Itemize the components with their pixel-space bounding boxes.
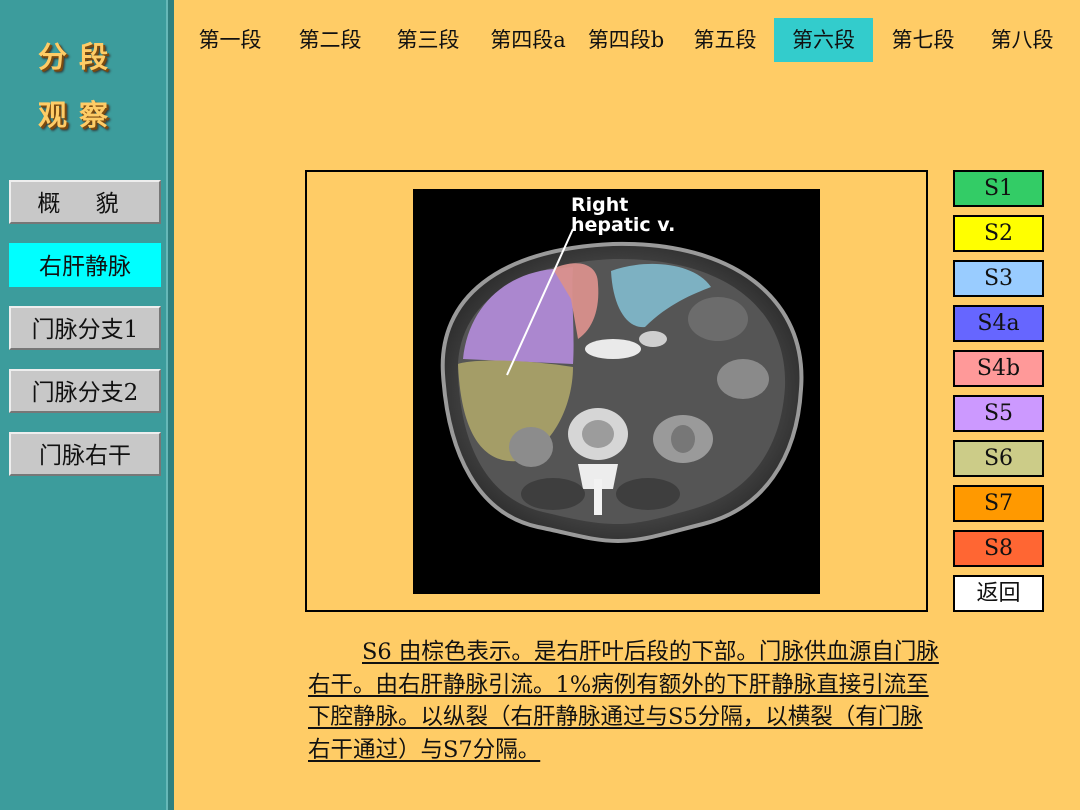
sidebar-item-label: 概 貌 xyxy=(37,191,133,217)
segment-button-s7[interactable]: S7 xyxy=(953,485,1044,522)
segment-button-s1[interactable]: S1 xyxy=(953,170,1044,207)
segment-button-s4a[interactable]: S4a xyxy=(953,305,1044,342)
sidebar-item-right-portal-trunk[interactable]: 门脉右干 xyxy=(9,432,161,476)
segment-button-s4b[interactable]: S4b xyxy=(953,350,1044,387)
sidebar-item-portal-branch-1[interactable]: 门脉分支1 xyxy=(9,306,161,350)
sidebar-item-label: 门脉右干 xyxy=(39,443,131,469)
back-button[interactable]: 返回 xyxy=(953,575,1044,612)
app-title-line2: 观察 xyxy=(38,98,121,132)
sidebar-item-right-hepatic-vein[interactable]: 右肝静脉 xyxy=(9,243,161,287)
tab-segment-6[interactable]: 第六段 xyxy=(774,18,873,62)
segment-description: S6 由棕色表示。是右肝叶后段的下部。门脉供血源自门脉右干。由右肝静脉引流。1%… xyxy=(308,639,939,763)
app-title: 分段 观察 xyxy=(38,28,158,144)
segment-button-s6[interactable]: S6 xyxy=(953,440,1044,477)
ct-scan-illustration xyxy=(413,189,820,594)
tab-segment-1[interactable]: 第一段 xyxy=(186,18,274,62)
sidebar-item-portal-branch-2[interactable]: 门脉分支2 xyxy=(9,369,161,413)
sidebar-item-label: 门脉分支2 xyxy=(31,380,139,406)
tab-segment-2[interactable]: 第二段 xyxy=(286,18,374,62)
tab-segment-3[interactable]: 第三段 xyxy=(384,18,472,62)
segment-button-s8[interactable]: S8 xyxy=(953,530,1044,567)
segment-button-s5[interactable]: S5 xyxy=(953,395,1044,432)
segment-button-s2[interactable]: S2 xyxy=(953,215,1044,252)
tab-segment-7[interactable]: 第七段 xyxy=(879,18,967,62)
app-title-line1: 分段 xyxy=(38,40,121,74)
ct-label-line1: Right xyxy=(571,194,629,216)
tab-segment-5[interactable]: 第五段 xyxy=(681,18,769,62)
segment-button-s3[interactable]: S3 xyxy=(953,260,1044,297)
ct-scan-image: Right hepatic v. xyxy=(413,189,820,594)
ct-label-right-hepatic-vein: Right hepatic v. xyxy=(571,195,675,235)
ct-label-line2: hepatic v. xyxy=(571,214,676,236)
sidebar-item-overview[interactable]: 概 貌 xyxy=(9,180,161,224)
tab-segment-4a[interactable]: 第四段a xyxy=(482,18,574,62)
sidebar-item-label: 右肝静脉 xyxy=(39,254,131,280)
tab-segment-4b[interactable]: 第四段b xyxy=(580,18,672,62)
tab-segment-8[interactable]: 第八段 xyxy=(978,18,1066,62)
sidebar-item-label: 门脉分支1 xyxy=(31,317,139,343)
